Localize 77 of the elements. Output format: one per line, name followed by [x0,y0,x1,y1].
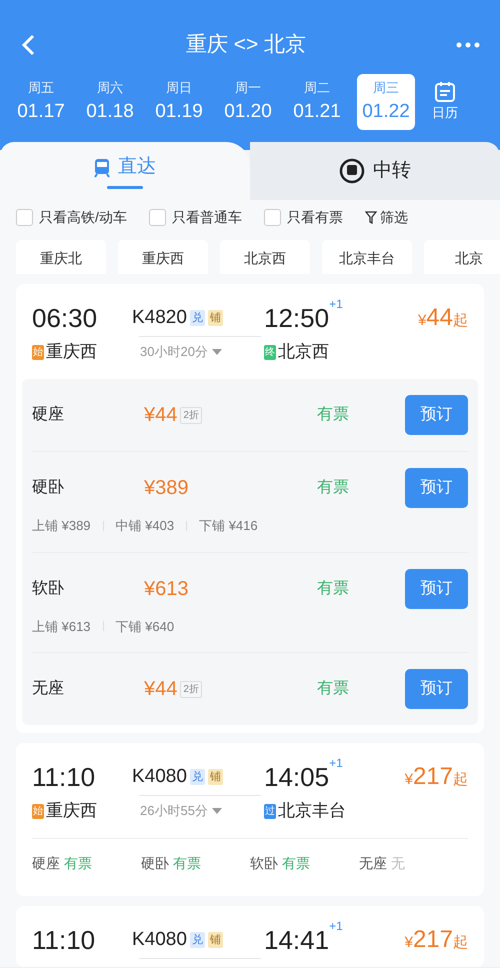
origin-tag: 始 [32,344,44,360]
filter-button[interactable]: 筛选 [364,207,408,228]
transfer-icon [339,158,365,184]
calendar-icon [434,81,456,104]
day-offset: +1 [329,918,343,934]
route-tab[interactable]: 中转 [250,142,500,200]
filter-checkbox[interactable]: 只看高铁/动车 [16,207,127,228]
train-tag: 铺 [208,768,223,786]
origin-station: 重庆西 [46,341,97,364]
train-number: K4080 [132,928,187,952]
seat-type: 硬卧 [141,854,169,873]
arrival-time: 14:41 [264,924,330,956]
page-title: 重庆 <> 北京 [186,32,306,58]
station-chip[interactable]: 北京 [424,240,500,274]
destination-tag: 终 [264,344,276,360]
train-number: K4080 [132,764,187,789]
duration: 26小时55分 [140,802,208,820]
discount-tag: 2折 [180,406,202,424]
station-chip[interactable]: 北京西 [220,240,310,274]
ticket-status: 有票 [317,578,349,598]
ticket-status: 无 [391,854,405,873]
seat-type: 软卧 [32,578,65,598]
discount-tag: 2折 [180,680,202,698]
train-number: K4820 [132,306,187,330]
dropdown-icon[interactable] [212,348,222,356]
ticket-status: 有票 [317,679,349,699]
seat-price: ¥389 [144,476,188,501]
seat-type: 无座 [359,854,387,873]
lowest-price: ¥217起 [404,762,468,792]
station-chip[interactable]: 重庆西 [118,240,208,274]
duration: 30小时20分 [140,343,208,362]
berth-price: 上铺 ¥613 [32,618,91,636]
origin-station: 重庆西 [46,800,97,822]
seat-price: ¥613 [144,576,188,602]
destination-station: 北京西 [278,341,329,364]
berth-price: 上铺 ¥389 [32,517,91,535]
ticket-status: 有票 [64,854,92,873]
ticket-status: 有票 [317,405,349,425]
ticket-status: 有票 [317,478,349,498]
destination-station: 北京丰台 [278,800,346,822]
day-offset: +1 [329,296,343,312]
lowest-price: ¥217起 [404,925,468,955]
arrival-time: 14:05 [264,760,330,794]
train-tag: 兑 [190,310,205,326]
train-tag: 铺 [208,932,223,948]
lowest-price: ¥44起 [418,303,468,333]
train-icon [94,158,110,178]
back-icon[interactable] [20,34,36,56]
train-tag: 兑 [190,932,205,948]
day-offset: +1 [329,754,343,772]
seat-type: 无座 [32,678,65,699]
train-tag: 兑 [190,768,205,786]
ticket-status: 有票 [282,854,310,873]
berth-price: 下铺 ¥640 [116,618,174,636]
seat-price: ¥44 [144,403,178,428]
filter-icon [364,211,377,224]
more-icon[interactable] [456,42,480,48]
seat-price: ¥44 [144,677,178,702]
train-tag: 铺 [208,310,223,326]
seat-type: 硬座 [32,404,65,425]
departure-time: 11:10 [32,924,96,956]
seat-type: 硬卧 [32,478,65,498]
arrival-time: 12:50 [264,302,330,334]
filter-checkbox[interactable]: 只看普通车 [148,207,242,228]
station-chip[interactable]: 北京丰台 [322,240,412,274]
berth-price: 下铺 ¥416 [199,517,258,535]
filter-checkbox[interactable]: 只看有票 [264,207,343,228]
destination-tag: 过 [264,804,276,818]
departure-time: 06:30 [32,302,98,334]
berth-price: 中铺 ¥403 [116,517,174,535]
seat-type: 软卧 [250,854,278,873]
dropdown-icon[interactable] [212,808,222,814]
ticket-status: 有票 [173,854,201,873]
seat-type: 硬座 [32,854,60,873]
origin-tag: 始 [32,804,44,818]
departure-time: 11:10 [32,760,96,794]
station-chip[interactable]: 重庆北 [16,240,106,274]
